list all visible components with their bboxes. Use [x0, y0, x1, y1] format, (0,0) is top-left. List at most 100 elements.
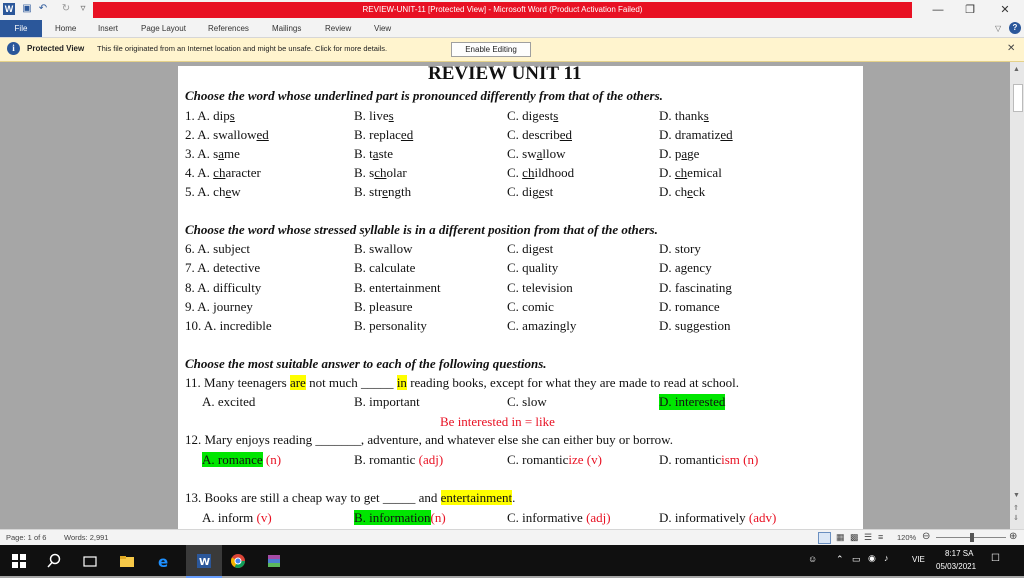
chrome-icon[interactable] [230, 553, 246, 569]
vertical-scrollbar[interactable]: ▲ ▼ ⇑ ⇓ [1010, 62, 1024, 529]
help-icon[interactable]: ? [1009, 22, 1021, 34]
word-icon: W [197, 554, 211, 568]
s1-q3-option-d: D. page [659, 146, 700, 161]
s1-q1-option-a: 1. A. dips [185, 108, 235, 123]
s2-q9-option-b: B. pleasure [354, 298, 413, 314]
file-explorer-icon[interactable] [119, 553, 135, 569]
s1-q3-option-c: C. swallow [507, 146, 566, 161]
clock-time[interactable]: 8:17 SA [945, 549, 973, 558]
winrar-icon[interactable] [266, 553, 282, 569]
s2-q8-option-a: 8. A. difficulty [185, 279, 262, 295]
s1-q4-option-c: C. childhood [507, 165, 575, 180]
s1-q5-option-b: B. strength [354, 184, 412, 199]
task-view-icon[interactable] [82, 553, 98, 569]
windows-start-icon[interactable] [11, 553, 27, 569]
tab-review[interactable]: Review [325, 20, 351, 37]
protected-view-bar: i Protected View This file originated fr… [0, 38, 1024, 62]
s1-q2-option-d: D. dramatized [659, 127, 733, 142]
svg-text:W: W [199, 557, 210, 568]
s1-q5-option-c: C. digest [507, 184, 554, 199]
draft-icon[interactable]: ≡ [878, 532, 883, 542]
question-13: 13. Books are still a cheap way to get _… [185, 490, 516, 505]
volume-icon[interactable]: ♪ [884, 553, 889, 563]
svg-text:e: e [158, 553, 168, 569]
tab-mailings[interactable]: Mailings [272, 20, 301, 37]
customize-quick-access-icon[interactable]: ▿ [77, 3, 89, 15]
tab-references[interactable]: References [208, 20, 249, 37]
s1-q4-option-d: D. chemical [659, 165, 722, 180]
question-12: 12. Mary enjoys reading _______, adventu… [185, 432, 673, 447]
input-language[interactable]: VIE [912, 555, 925, 564]
taskbar: e W ☺ ⌃ ▭ ◉ ♪ VIE 8:17 SA 05/03/2021 ☐ [0, 545, 1024, 578]
full-screen-reading-icon[interactable]: ▦ [836, 532, 845, 543]
info-icon: i [7, 42, 20, 55]
search-icon[interactable] [46, 553, 62, 569]
notifications-icon[interactable]: ☐ [991, 553, 1000, 564]
word-taskbar-button[interactable]: W [186, 545, 222, 578]
s2-q9-option-c: C. comic [507, 298, 554, 314]
s2-q7-option-d: D. agency [659, 260, 712, 276]
tab-home[interactable]: Home [55, 20, 76, 37]
document-page[interactable]: REVIEW UNIT 11 Choose the word whose und… [178, 66, 863, 529]
previous-page-icon[interactable]: ⇑ [1013, 504, 1019, 512]
tab-page-layout[interactable]: Page Layout [141, 20, 186, 37]
tab-file[interactable]: File [0, 20, 42, 37]
enable-editing-button[interactable]: Enable Editing [451, 42, 531, 57]
show-hidden-icons-icon[interactable]: ⌃ [836, 554, 844, 565]
s2-q8-option-b: B. entertainment [354, 279, 441, 295]
s2-q9-option-d: D. romance [659, 298, 720, 314]
zoom-out-icon[interactable]: ⊖ [922, 531, 930, 542]
s1-q2-option-c: C. described [507, 127, 572, 142]
s1-q1-option-d: D. thanks [659, 108, 709, 123]
word-app-icon: W [3, 3, 15, 15]
edge-browser-icon[interactable]: e [156, 553, 172, 569]
save-icon[interactable]: ▣ [21, 3, 33, 15]
tab-insert[interactable]: Insert [98, 20, 118, 37]
document-title: REVIEW UNIT 11 [428, 66, 582, 84]
clock-date[interactable]: 05/03/2021 [936, 562, 976, 571]
scroll-up-icon[interactable]: ▲ [1013, 66, 1020, 73]
word-count[interactable]: Words: 2,991 [64, 533, 108, 542]
tab-view[interactable]: View [374, 20, 391, 37]
s2-q7-option-b: B. calculate [354, 260, 416, 276]
s2-q10-option-a: 10. A. incredible [185, 318, 272, 334]
q11-note: Be interested in = like [440, 414, 555, 429]
redo-icon[interactable]: ↻ [60, 3, 72, 15]
scroll-down-icon[interactable]: ▼ [1013, 492, 1020, 499]
q12-option-c: C. romanticize (v) [507, 452, 602, 467]
scrollbar-thumb[interactable] [1013, 84, 1023, 112]
q12-option-a: A. romance (n) [202, 452, 282, 467]
restore-button[interactable]: ❐ [950, 0, 990, 20]
people-icon[interactable]: ☺ [808, 554, 817, 564]
s1-q3-option-b: B. taste [354, 146, 394, 161]
close-bar-icon[interactable]: ✕ [1007, 43, 1015, 54]
s2-q9-option-a: 9. A. journey [185, 298, 253, 314]
s2-q7-option-c: C. quality [507, 260, 559, 276]
zoom-level[interactable]: 120% [897, 533, 916, 542]
q12-option-d: D. romanticism (n) [659, 452, 759, 467]
protected-view-message[interactable]: This file originated from an Internet lo… [97, 44, 387, 53]
undo-icon[interactable]: ↶ [37, 3, 49, 15]
protected-view-label: Protected View [27, 44, 85, 53]
print-layout-icon[interactable] [818, 532, 831, 544]
web-layout-icon[interactable]: ▩ [850, 532, 859, 543]
q11-option-b: B. important [354, 394, 420, 409]
outline-icon[interactable]: ☰ [864, 532, 872, 543]
s2-q10-option-d: D. suggestion [659, 318, 731, 334]
close-button[interactable]: ✕ [985, 0, 1024, 20]
s1-q2-option-b: B. replaced [354, 127, 414, 142]
s2-q10-option-b: B. personality [354, 318, 427, 334]
section-3-heading: Choose the most suitable answer to each … [185, 356, 547, 371]
s1-q4-option-b: B. scholar [354, 165, 407, 180]
network-icon[interactable]: ◉ [868, 553, 876, 564]
page-count[interactable]: Page: 1 of 6 [6, 533, 46, 542]
q11-option-a: A. excited [202, 394, 256, 409]
next-page-icon[interactable]: ⇓ [1013, 514, 1019, 522]
battery-icon[interactable]: ▭ [852, 554, 861, 565]
s1-q3-option-a: 3. A. same [185, 146, 240, 161]
ribbon-tabs: File Home Insert Page Layout References … [0, 20, 1024, 38]
ribbon-collapse-icon[interactable]: ▽ [995, 20, 1001, 37]
zoom-in-icon[interactable]: ⊕ [1009, 531, 1017, 542]
zoom-slider-thumb[interactable] [970, 533, 974, 542]
s2-q6-option-d: D. story [659, 241, 701, 256]
